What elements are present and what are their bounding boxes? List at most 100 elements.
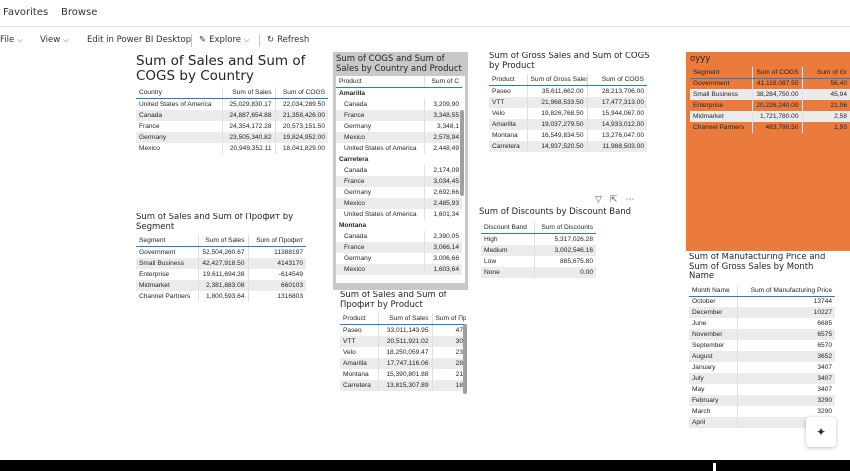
table-cell: 3,006,66 [423, 252, 462, 264]
table-cell: 17,477,313.00 [586, 96, 647, 108]
table-cell: Germany [344, 122, 372, 130]
edit-in-desktop-button[interactable]: Edit in Power BI Desktop [87, 35, 191, 45]
table-cell: June [692, 320, 707, 328]
table-cell: 6685 [736, 318, 835, 330]
view-menu[interactable]: View ⌵ [40, 35, 68, 45]
visual-title: Sum of Manufacturing Price and Sum of Gr… [689, 253, 826, 282]
visual-title: Sum of Sales and Sum of COGS by Country [136, 54, 306, 85]
table-row: United States of America 25,029,830.17 22,… [136, 98, 328, 110]
data-table: Product Sum of Gross Sales Sum of COGS Pase… [489, 74, 647, 152]
column-header[interactable]: Sum of COGS [751, 66, 802, 79]
visual-title: Sum of Sales and Sum of Профит by Segmen… [136, 213, 294, 232]
column-header[interactable]: Sum of Gross Sales [526, 74, 587, 87]
visual-sales-cogs-country[interactable]: Sum of Sales and Sum of COGS by Country … [136, 54, 336, 166]
table-cell: 24,354,172.28 [221, 120, 275, 132]
visual-sales-profit-segment[interactable]: Sum of Sales and Sum of Профит by Segmen… [136, 213, 311, 313]
table-cell: Velo [492, 109, 505, 117]
table-row: November 6575 [689, 329, 835, 341]
table-cell: 1,800,593.64 [197, 290, 248, 302]
column-header[interactable]: Sum of Sales [377, 313, 432, 326]
column-header[interactable]: Sum of Discounts [533, 222, 596, 234]
table-row: Carretera 13,815,307.89 18 [340, 379, 466, 391]
column-header[interactable]: Sum of Пр [431, 313, 466, 326]
focus-mode-icon[interactable]: ⇱ [610, 195, 618, 205]
table-row: France 3,348,55 [336, 109, 462, 121]
table-cell: -614549 [247, 268, 306, 280]
file-menu[interactable]: File ⌵ [0, 35, 23, 45]
table-cell: 1,601,34 [423, 208, 462, 220]
table-cell: 3,002,546.16 [533, 244, 596, 256]
column-header[interactable]: Product [336, 76, 424, 89]
refresh-button[interactable]: ↻ Refresh [267, 35, 309, 45]
column-header[interactable]: Sum of Gr [801, 66, 850, 79]
table-cell: 3290 [736, 395, 835, 407]
column-header[interactable]: Sum of Sales [197, 235, 248, 248]
visual-manufacturing-month[interactable]: Sum of Manufacturing Price and Sum of Gr… [689, 253, 839, 429]
header-row: Segment Sum of Sales Sum of Профит [136, 235, 306, 248]
table-cell: Government [139, 248, 176, 256]
column-header[interactable]: Sum of Manufacturing Price [736, 284, 835, 297]
table-cell: France [336, 109, 424, 121]
table-cell: Germany [344, 188, 372, 196]
visual-title: Sum of Discounts by Discount Band [479, 207, 632, 217]
table-row: Midmarket 2,381,883.08 660103 [136, 279, 306, 291]
table-cell: United States of America [344, 210, 417, 218]
table-cell: 21,06 [801, 100, 850, 112]
visual-gross-sales-cogs-product[interactable]: Sum of Gross Sales and Sum of COGS by Pr… [489, 52, 664, 162]
visual-title: oyyy [690, 54, 711, 64]
table-cell: March [692, 408, 711, 416]
table-row: United States of America 1,601,34 [336, 208, 462, 220]
explore-icon: ✎ [199, 35, 207, 45]
table-row: September 6570 [689, 340, 835, 352]
table-row: Germany 2,692,66 [336, 186, 462, 198]
column-header[interactable]: Month Name [689, 284, 737, 297]
group-row: Amarilla [336, 87, 462, 99]
visual-discounts-band[interactable]: ▽ ⇱ ⋯ Sum of Discounts by Discount Band … [479, 195, 639, 287]
table-cell: 23 [431, 346, 466, 358]
table-cell: 38,284,750.00 [751, 89, 802, 101]
visual-oyyy[interactable]: oyyy Segment Sum of COGS Sum of Gr Governme… [686, 52, 850, 251]
table-cell: 35,611,662.00 [526, 85, 587, 97]
table-row: Carretera 14,937,520.50 11,988,503.00 [489, 140, 647, 152]
table-cell: 28,213,706.00 [586, 85, 647, 97]
column-header[interactable]: Sum of COGS [586, 74, 647, 87]
table-cell: Channel Partners [693, 124, 745, 132]
filter-icon[interactable]: ▽ [595, 195, 602, 205]
nav-favorites[interactable]: Favorites [3, 7, 48, 18]
column-header[interactable]: Country [136, 87, 222, 100]
table-cell: High [484, 235, 498, 243]
table-header: Country Sum of Sales Sum of COGS [136, 87, 328, 100]
table-row: Channel Partners 483,790.50 1,93 [690, 122, 850, 134]
table-cell: November [689, 329, 737, 341]
table-cell: 1316803 [247, 290, 306, 302]
column-header[interactable]: Segment [136, 235, 198, 248]
explore-menu[interactable]: ✎ Explore ⌵ [199, 35, 249, 45]
column-header[interactable]: Sum of Sales [221, 87, 275, 100]
column-header[interactable]: Sum of Профит [247, 235, 306, 248]
table-body: United States of America 25,029,830.17 22,… [136, 98, 328, 154]
table-cell: February [689, 395, 737, 407]
table-cell: 3407 [736, 362, 835, 374]
column-header[interactable]: Product [340, 313, 378, 326]
table-cell: 1,721,780.00 [751, 111, 802, 123]
column-header[interactable]: Segment [690, 66, 752, 79]
visual-title: Sum of COGS and Sum of Sales by Country … [336, 54, 462, 74]
table-cell: Carretera [489, 140, 527, 152]
table-row: None 0.00 [481, 266, 596, 278]
table-cell: 13,276,047.00 [586, 129, 647, 141]
vertical-scrollbar[interactable] [460, 110, 464, 196]
table-cell: August [689, 351, 737, 363]
table-cell: Montana [343, 370, 369, 378]
column-header[interactable]: Discount Band [481, 222, 534, 234]
nav-browse[interactable]: Browse [61, 7, 97, 18]
copilot-button[interactable]: ✦ [806, 417, 836, 447]
table-row: Channel Partners 1,800,593.64 1316803 [136, 290, 306, 302]
column-header[interactable]: Product [489, 74, 527, 87]
visual-cogs-sales-country-product[interactable]: Sum of COGS and Sum of Sales by Country … [333, 52, 468, 290]
column-header[interactable]: Sum of C [423, 76, 462, 89]
vertical-scrollbar[interactable] [463, 324, 467, 394]
group-label: Montana [336, 219, 462, 231]
more-options-icon[interactable]: ⋯ [625, 195, 634, 205]
column-header[interactable]: Sum of COGS [274, 87, 328, 100]
visual-sales-profit-product[interactable]: Sum of Sales and Sum of Профит by Produc… [340, 291, 468, 401]
